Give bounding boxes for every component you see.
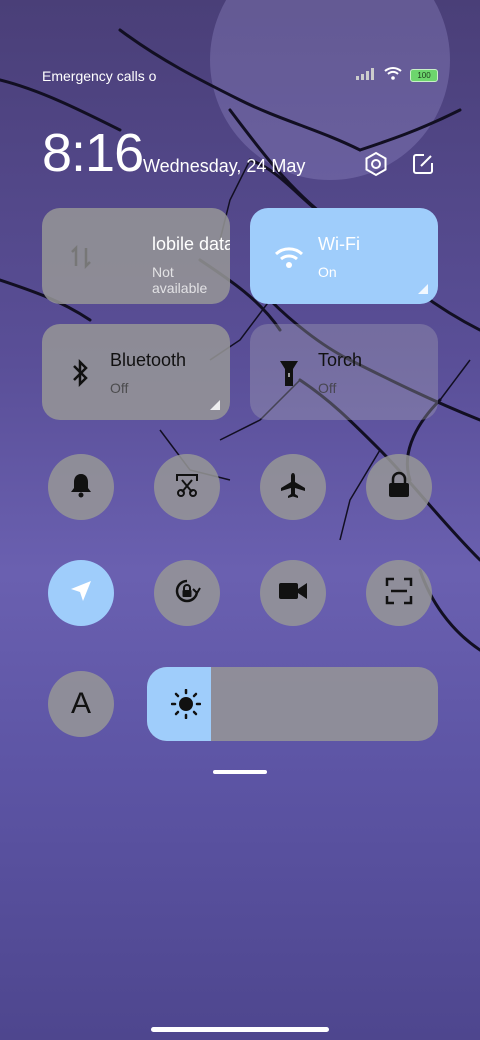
lock-toggle[interactable] (366, 454, 432, 520)
tile-title: Bluetooth (110, 350, 187, 370)
airplane-toggle[interactable] (260, 454, 326, 520)
date: Wednesday, 24 May (143, 156, 306, 176)
airplane-icon (279, 471, 307, 504)
signal-icon (356, 67, 376, 85)
torch-tile[interactable]: Torch Off (250, 324, 438, 420)
rotation-lock-toggle[interactable] (154, 560, 220, 626)
tile-title: Wi-Fi (318, 234, 360, 254)
wifi-icon (274, 242, 304, 272)
location-icon (69, 579, 93, 608)
settings-icon[interactable] (362, 150, 390, 178)
expand-corner-icon[interactable] (210, 400, 220, 410)
rotation-lock-icon (173, 577, 201, 610)
location-toggle[interactable] (48, 560, 114, 626)
home-indicator[interactable] (151, 1027, 329, 1032)
bell-icon (69, 472, 93, 503)
clock: 8:16 (42, 123, 144, 183)
bluetooth-tile[interactable]: Bluetooth Off (42, 324, 230, 420)
tile-title: lobile data (152, 234, 230, 254)
video-camera-toggle[interactable] (260, 560, 326, 626)
brightness-slider[interactable] (147, 667, 438, 741)
tile-subtitle: On (318, 264, 337, 280)
brightness-sun-icon (170, 688, 202, 720)
screenshot-icon (174, 472, 200, 503)
battery-icon: 100 (410, 69, 438, 82)
scan-icon (385, 577, 413, 610)
tile-subtitle: Off (318, 380, 337, 396)
expand-corner-icon[interactable] (418, 284, 428, 294)
scan-toggle[interactable] (366, 560, 432, 626)
data-arrows-icon (66, 242, 96, 272)
bluetooth-icon (66, 358, 96, 388)
screenshot-toggle[interactable] (154, 454, 220, 520)
tile-subtitle: Off (110, 380, 129, 396)
tile-subtitle: Not available (152, 264, 208, 296)
font-button-label: A (70, 687, 91, 720)
video-camera-icon (278, 581, 308, 606)
tile-title: Torch (318, 350, 363, 370)
lock-icon (387, 471, 411, 504)
bell-toggle[interactable] (48, 454, 114, 520)
status-text: Emergency calls o (42, 68, 157, 84)
wifi-status-icon (384, 66, 402, 85)
torch-icon (274, 358, 304, 388)
mobile-data-tile[interactable]: lobile data Not available (42, 208, 230, 304)
collapse-handle[interactable] (213, 770, 267, 774)
edit-icon[interactable] (409, 150, 437, 178)
status-icons: 100 (356, 66, 438, 85)
wifi-tile[interactable]: Wi-Fi On (250, 208, 438, 304)
font-size-button[interactable]: A (48, 671, 114, 737)
